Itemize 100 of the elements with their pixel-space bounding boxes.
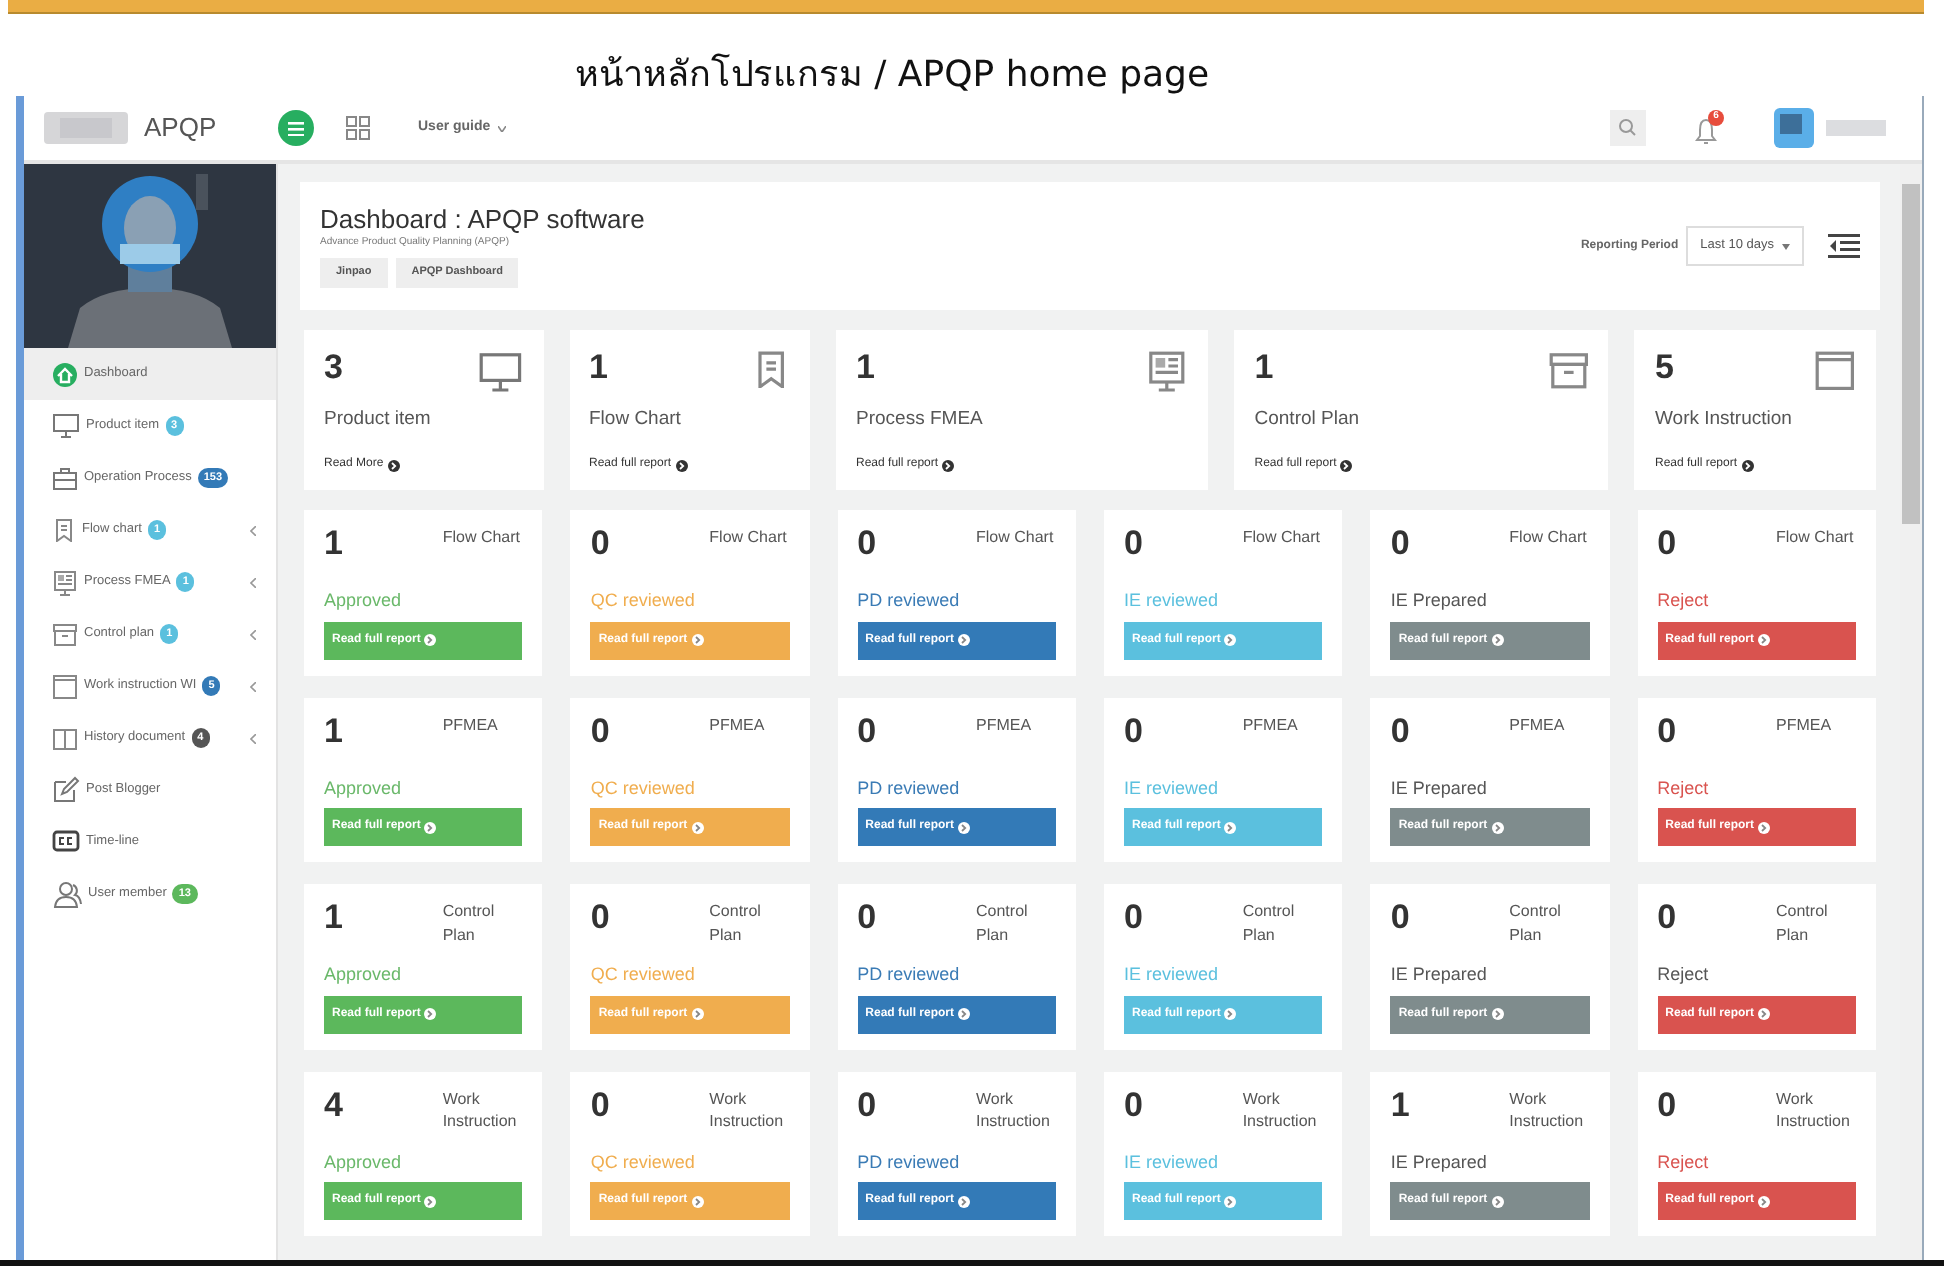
count-value: 0 <box>857 526 877 564</box>
arrow-circle-icon <box>424 634 437 646</box>
category-label: Work Instruction <box>1242 1087 1319 1134</box>
count-value: 0 <box>590 713 610 751</box>
count-value: 0 <box>1657 900 1677 938</box>
users-icon <box>52 879 82 909</box>
document-icon <box>1146 350 1189 392</box>
arrow-circle-icon <box>1224 821 1237 833</box>
status-label: Reject <box>1657 775 1711 802</box>
arrow-circle-icon <box>1224 1008 1237 1020</box>
arrow-circle-icon <box>424 1008 437 1020</box>
search-icon[interactable] <box>1610 110 1646 146</box>
status-label: QC reviewed <box>590 588 697 614</box>
arrow-circle-icon <box>691 634 704 646</box>
category-label: PFMEA <box>976 713 1034 737</box>
arrow-circle-icon <box>424 821 437 833</box>
page-caption: หน้าหลักโปรแกรม / APQP home page <box>574 56 1210 96</box>
arrow-circle-icon <box>942 459 955 472</box>
category-label: Control Plan <box>1242 900 1297 947</box>
status-label: Approved <box>324 588 404 614</box>
arrow-circle-icon <box>1224 634 1237 646</box>
arrow-circle-icon <box>1224 1195 1237 1207</box>
count-value: 0 <box>590 1087 610 1125</box>
grid-icon[interactable] <box>346 116 370 140</box>
category-label: PFMEA <box>1776 713 1834 737</box>
count-value: 0 <box>1657 713 1677 751</box>
status-label: IE Prepared <box>1390 775 1489 802</box>
arrow-circle-icon <box>1758 821 1770 833</box>
monitor-icon <box>478 350 523 395</box>
menu-icon <box>288 121 304 135</box>
category-label: Control Plan <box>976 900 1030 947</box>
scrollbar-thumb[interactable] <box>1902 184 1920 524</box>
briefcase-icon <box>52 465 78 491</box>
caret-icon <box>1782 243 1790 249</box>
avatar-icon[interactable] <box>1774 108 1890 148</box>
arrow-circle-icon <box>1491 634 1504 646</box>
card-label: Process FMEA <box>856 406 985 434</box>
count-value: 1 <box>856 350 875 388</box>
card-label: Work Instruction <box>1654 406 1794 434</box>
count-value: 4 <box>324 1087 343 1125</box>
category-label: Control Plan <box>442 900 497 947</box>
document-icon <box>52 569 78 595</box>
category-label: Control Plan <box>1509 900 1563 947</box>
category-label: PFMEA <box>709 713 767 737</box>
count-value: 0 <box>590 900 610 938</box>
count-value: 0 <box>857 713 877 751</box>
count-value: 0 <box>1124 1087 1143 1125</box>
category-label: Flow Chart <box>1509 526 1589 550</box>
category-label: Flow Chart <box>976 526 1056 550</box>
category-label: Work Instruction <box>709 1087 786 1134</box>
status-label: Reject <box>1657 588 1711 614</box>
count-value: 3 <box>324 350 343 388</box>
dashboard-title: Dashboard : APQP software <box>320 204 645 236</box>
status-label: Reject <box>1657 962 1711 988</box>
count-value: 0 <box>590 526 610 564</box>
card-label: Product item <box>324 406 433 434</box>
status-label: PD reviewed <box>857 775 962 801</box>
category-label: Flow Chart <box>1242 526 1323 550</box>
bell-icon[interactable] <box>1694 118 1718 146</box>
category-label: Work Instruction <box>976 1087 1052 1134</box>
arrow-circle-icon <box>958 1008 970 1020</box>
count-value: 1 <box>1254 350 1274 388</box>
app-brand: APQP <box>144 110 217 147</box>
status-label: IE Prepared <box>1390 962 1489 988</box>
caret-icon <box>498 125 507 131</box>
menu-toggle-button[interactable] <box>278 110 314 146</box>
count-value: 0 <box>1124 900 1143 938</box>
card-label: Control Plan <box>1254 406 1362 434</box>
cc-icon <box>52 828 80 856</box>
status-label: IE reviewed <box>1124 588 1221 614</box>
arrow-circle-icon <box>1758 634 1770 646</box>
card-label: Flow Chart <box>589 406 683 434</box>
arrow-circle-icon <box>958 1195 970 1207</box>
window-icon <box>1814 350 1856 392</box>
status-label: IE reviewed <box>1124 1149 1221 1175</box>
arrow-circle-icon <box>1758 1008 1770 1020</box>
status-label: PD reviewed <box>857 588 962 614</box>
category-label: Work Instruction <box>1509 1087 1586 1134</box>
category-label: PFMEA <box>1509 713 1567 737</box>
archive-icon <box>1547 350 1589 392</box>
category-label: PFMEA <box>1242 713 1300 737</box>
category-label: PFMEA <box>442 713 500 737</box>
logo-icon <box>44 112 128 144</box>
count-value: 5 <box>1654 350 1674 388</box>
arrow-circle-icon <box>1491 821 1504 833</box>
indent-icon[interactable] <box>1828 234 1860 258</box>
status-label: Approved <box>324 1149 404 1176</box>
count-value: 0 <box>1390 713 1410 751</box>
arrow-circle-icon <box>1491 1195 1504 1207</box>
archive-icon <box>52 621 78 647</box>
window-icon <box>52 673 78 699</box>
book-icon <box>52 725 78 751</box>
count-value: 1 <box>324 526 343 564</box>
count-value: 1 <box>324 900 343 938</box>
count-value: 0 <box>1657 526 1677 564</box>
status-label: Approved <box>324 775 404 802</box>
status-label: QC reviewed <box>590 775 697 802</box>
category-label: Work Instruction <box>1776 1087 1852 1134</box>
count-value: 0 <box>1657 1087 1677 1125</box>
arrow-circle-icon <box>691 821 704 833</box>
